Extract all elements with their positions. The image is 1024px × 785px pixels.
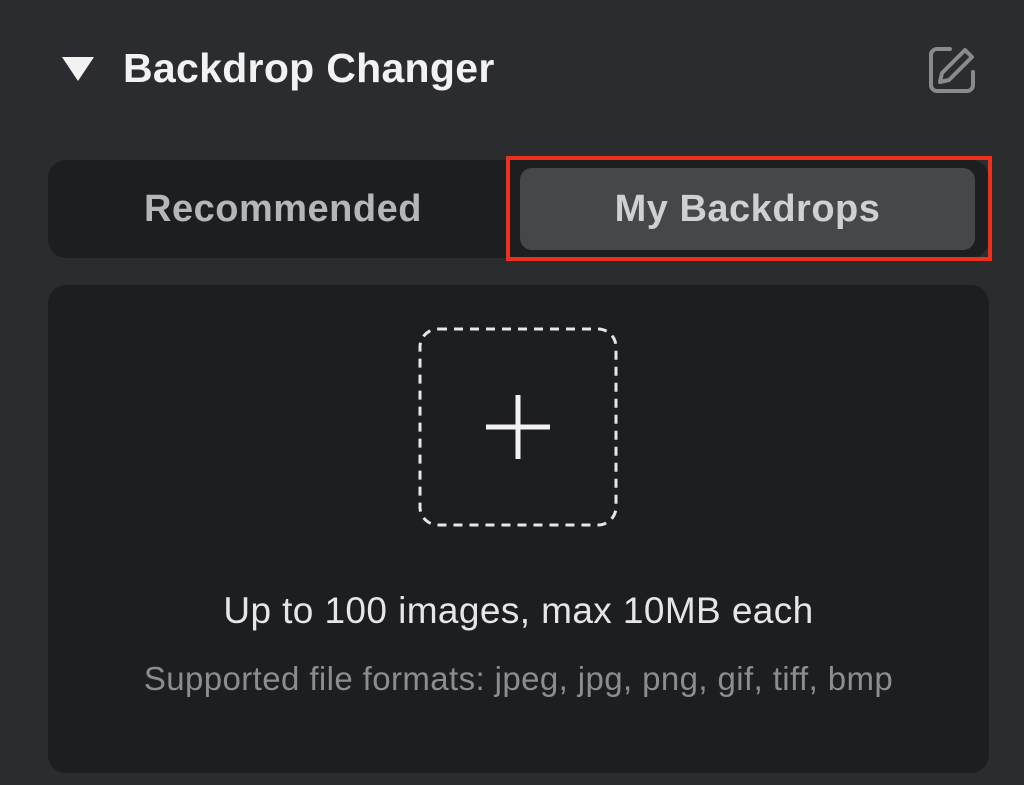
plus-icon xyxy=(418,327,618,527)
tab-recommended[interactable]: Recommended xyxy=(48,160,518,258)
backdrop-changer-panel: Backdrop Changer Recommended My Backdrop… xyxy=(0,0,1024,785)
tab-my-backdrops[interactable]: My Backdrops xyxy=(520,168,975,250)
upload-limit-text: Up to 100 images, max 10MB each xyxy=(223,590,814,631)
add-backdrop-button[interactable] xyxy=(418,327,618,527)
upload-area: Up to 100 images, max 10MB each Supporte… xyxy=(48,285,989,773)
caret-down-icon[interactable] xyxy=(60,54,96,84)
supported-formats-text: Supported file formats: jpeg, jpg, png, … xyxy=(143,660,894,697)
panel-header: Backdrop Changer xyxy=(60,40,980,100)
panel-title: Backdrop Changer xyxy=(123,45,495,91)
tab-switcher: Recommended My Backdrops xyxy=(48,160,989,258)
edit-icon[interactable] xyxy=(924,42,980,98)
